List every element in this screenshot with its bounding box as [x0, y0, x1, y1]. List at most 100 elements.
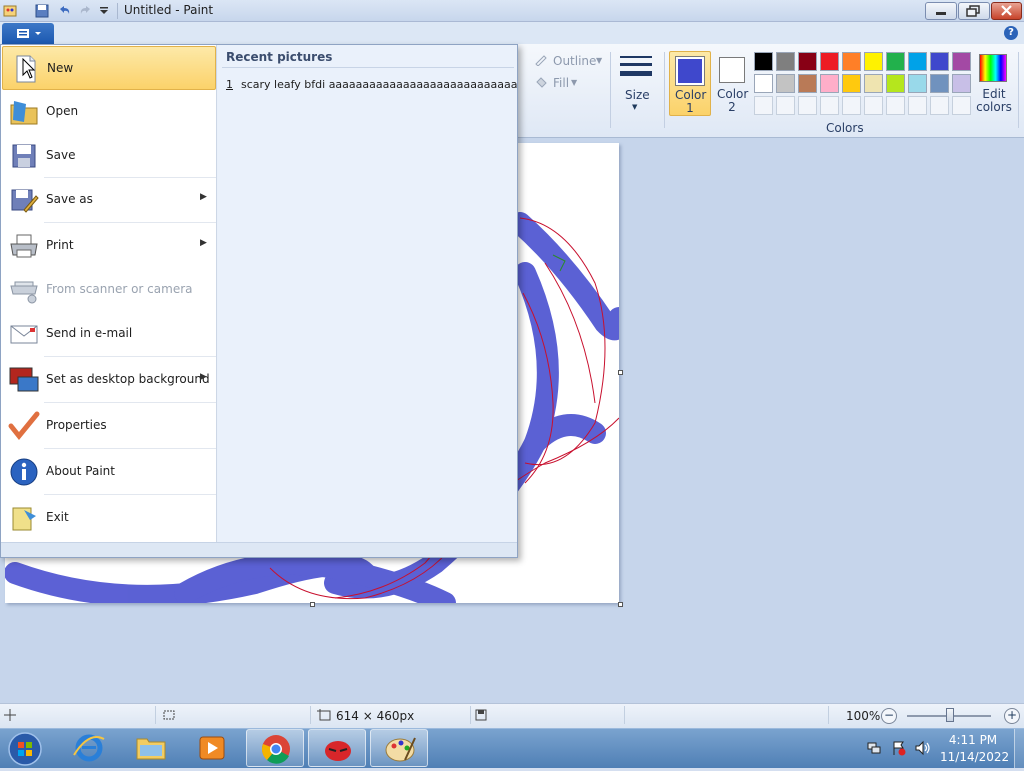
palette-swatch[interactable] — [820, 52, 839, 71]
save-icon[interactable] — [34, 3, 52, 19]
redo-icon[interactable] — [78, 3, 96, 19]
menu-item-properties[interactable]: Properties — [2, 404, 216, 448]
custom-color-slot[interactable] — [798, 96, 817, 115]
submenu-arrow-icon: ▶ — [200, 372, 207, 382]
custom-color-slot[interactable] — [864, 96, 883, 115]
ribbon-tab-row — [0, 22, 1024, 44]
resize-handle-right[interactable] — [618, 370, 623, 375]
palette-swatch[interactable] — [952, 74, 971, 93]
menu-item-send-email[interactable]: Send in e-mail — [2, 312, 216, 356]
network-icon[interactable] — [866, 740, 882, 759]
recent-picture-index: 1 — [226, 78, 233, 91]
zoom-in-button[interactable]: + — [1004, 708, 1020, 724]
submenu-arrow-icon: ▶ — [200, 192, 207, 202]
paint-palette-icon — [385, 737, 416, 762]
color2-button[interactable]: Color 2 — [713, 51, 751, 116]
palette-swatch[interactable] — [930, 74, 949, 93]
outline-dropdown-arrow-icon[interactable]: ▼ — [596, 56, 602, 65]
palette-swatch[interactable] — [754, 52, 773, 71]
palette-swatch[interactable] — [952, 52, 971, 71]
save-as-icon — [8, 184, 40, 216]
palette-swatch[interactable] — [864, 52, 883, 71]
size-button[interactable]: Size ▼ — [618, 52, 656, 112]
status-separator — [310, 706, 311, 724]
color1-button[interactable]: Color 1 — [669, 51, 711, 116]
printer-icon — [8, 230, 40, 262]
paint-menu-button[interactable] — [2, 23, 54, 44]
palette-swatch[interactable] — [798, 74, 817, 93]
menu-separator — [44, 402, 216, 403]
custom-color-slot[interactable] — [842, 96, 861, 115]
recent-picture-item[interactable]: 1 scary leafy bfdi aaaaaaaaaaaaaaaaaaaaaa… — [226, 78, 518, 91]
menu-separator — [44, 448, 216, 449]
custom-color-slot[interactable] — [952, 96, 971, 115]
internet-explorer-icon — [73, 734, 105, 762]
palette-swatch[interactable] — [820, 74, 839, 93]
palette-swatch[interactable] — [842, 74, 861, 93]
undo-icon[interactable] — [56, 3, 74, 19]
palette-swatch[interactable] — [842, 52, 861, 71]
custom-color-slot[interactable] — [908, 96, 927, 115]
edit-colors-button[interactable]: Edit colors — [975, 52, 1013, 114]
taskbar-file-explorer[interactable] — [122, 729, 180, 767]
palette-swatch[interactable] — [754, 74, 773, 93]
title-separator — [117, 3, 118, 19]
taskbar-chrome[interactable] — [246, 729, 304, 767]
volume-icon[interactable] — [914, 740, 932, 759]
email-icon — [8, 318, 40, 350]
palette-swatch[interactable] — [776, 74, 795, 93]
close-button[interactable] — [991, 2, 1022, 20]
custom-color-slot[interactable] — [776, 96, 795, 115]
color1-label: Color 1 — [675, 88, 707, 115]
custom-color-slot[interactable] — [930, 96, 949, 115]
resize-handle-bottom[interactable] — [310, 602, 315, 607]
custom-color-slot[interactable] — [820, 96, 839, 115]
palette-swatch[interactable] — [908, 74, 927, 93]
menu-item-open[interactable]: Open — [2, 90, 216, 134]
palette-swatch[interactable] — [930, 52, 949, 71]
fill-dropdown-arrow-icon[interactable]: ▼ — [571, 78, 577, 87]
restore-button[interactable] — [958, 2, 990, 20]
canvas-size-text: 614 × 460px — [336, 709, 415, 723]
palette-swatch[interactable] — [886, 52, 905, 71]
palette-swatch[interactable] — [886, 74, 905, 93]
zoom-out-button[interactable]: − — [881, 708, 897, 724]
show-desktop-button[interactable] — [1014, 729, 1024, 768]
taskbar-app-red[interactable] — [308, 729, 366, 767]
clock-date[interactable]: 11/14/2022 — [940, 750, 1009, 764]
taskbar-internet-explorer[interactable] — [60, 729, 118, 767]
custom-color-slot[interactable] — [886, 96, 905, 115]
color2-swatch — [722, 60, 742, 80]
clock-time[interactable]: 4:11 PM — [940, 733, 1006, 747]
minimize-button[interactable] — [925, 2, 957, 20]
window-title: Untitled - Paint — [124, 3, 214, 17]
custom-color-slot[interactable] — [754, 96, 773, 115]
fill-button[interactable]: Fill — [553, 76, 569, 90]
zoom-slider-thumb[interactable] — [946, 708, 954, 722]
customize-qat-icon[interactable] — [98, 5, 116, 21]
resize-handle-corner[interactable] — [618, 602, 623, 607]
menu-item-from-scanner[interactable]: From scanner or camera — [2, 268, 216, 312]
desktop-background-icon — [8, 364, 40, 396]
outline-button[interactable]: Outline — [553, 54, 596, 68]
menu-item-desktop-background[interactable]: Set as desktop background ▶ — [2, 358, 216, 402]
info-icon — [8, 456, 40, 488]
menu-item-print[interactable]: Print ▶ — [2, 224, 216, 268]
group-separator — [664, 52, 665, 128]
action-center-flag-icon[interactable] — [891, 740, 907, 759]
start-button[interactable] — [6, 730, 44, 768]
taskbar-paint[interactable] — [370, 729, 428, 767]
help-icon[interactable]: ? — [1004, 26, 1018, 40]
menu-item-exit[interactable]: Exit — [2, 496, 216, 540]
taskbar-media-player[interactable] — [184, 729, 242, 767]
palette-swatch[interactable] — [776, 52, 795, 71]
cursor-position-icon — [4, 709, 16, 724]
palette-swatch[interactable] — [798, 52, 817, 71]
outline-icon — [534, 54, 548, 67]
menu-item-save[interactable]: Save — [2, 134, 216, 178]
palette-swatch[interactable] — [864, 74, 883, 93]
menu-item-save-as[interactable]: Save as ▶ — [2, 178, 216, 222]
media-player-icon — [199, 736, 225, 760]
palette-swatch[interactable] — [908, 52, 927, 71]
menu-item-about[interactable]: About Paint — [2, 450, 216, 494]
